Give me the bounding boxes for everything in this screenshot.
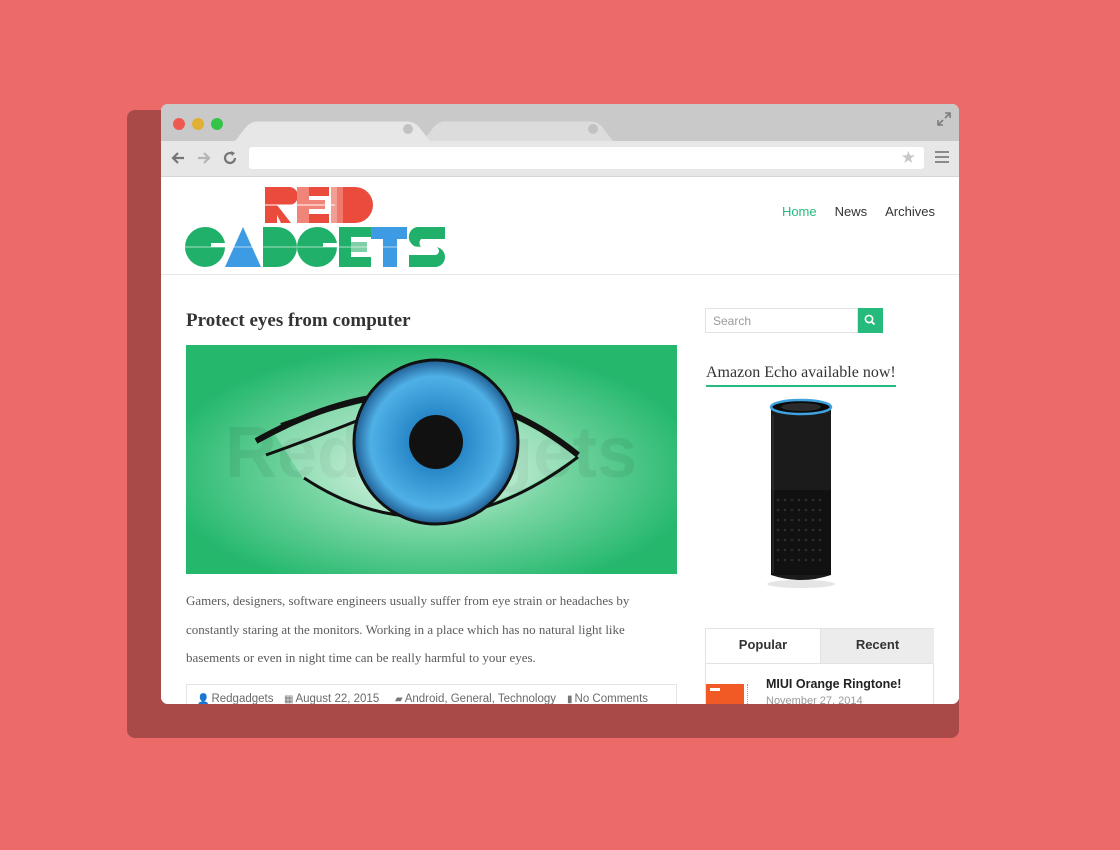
browser-tab-1[interactable] <box>235 121 430 141</box>
nav-archives[interactable]: Archives <box>885 204 935 219</box>
search-button[interactable] <box>858 308 883 333</box>
sidebar-search <box>705 308 858 333</box>
thumbnail-divider <box>747 684 755 704</box>
post-date: ▦ August 22, 2015 <box>284 693 380 704</box>
main-nav: Home News Archives <box>782 204 935 219</box>
widget-title: Amazon Echo available now! <box>706 364 896 387</box>
post-categories[interactable]: ▰ Android, General, Technology <box>395 693 556 704</box>
tab-recent[interactable]: Recent <box>820 629 934 663</box>
popular-posts-list: MIUI Orange Ringtone! November 27, 2014 <box>705 664 934 704</box>
tab-close-icon[interactable] <box>588 124 598 134</box>
post-excerpt: Gamers, designers, software engineers us… <box>186 593 630 665</box>
web-page: Home News Archives Protect eyes from com… <box>161 177 959 704</box>
back-arrow-icon[interactable] <box>169 149 187 167</box>
bookmark-star-icon[interactable]: ★ <box>901 148 916 168</box>
tab-close-icon[interactable] <box>403 124 413 134</box>
site-logo[interactable] <box>185 185 460 267</box>
close-window-button[interactable] <box>173 118 185 130</box>
browser-window: ★ Home News Archives Protect eyes from c… <box>161 104 959 704</box>
search-input[interactable] <box>706 309 846 332</box>
folder-icon: ▰ <box>395 694 403 704</box>
browser-toolbar: ★ <box>161 141 959 177</box>
post-thumbnail[interactable] <box>706 684 744 704</box>
browser-tab-2[interactable] <box>423 121 613 141</box>
post-comments[interactable]: ▮ No Comments <box>567 693 648 704</box>
calendar-icon: ▦ <box>284 694 294 704</box>
user-icon: 👤 <box>197 694 210 704</box>
post-featured-image[interactable]: Redgadgets <box>186 345 677 574</box>
post-meta: 👤 Redgadgets ▦ August 22, 2015 ▰ Android, G… <box>186 684 677 704</box>
popular-post-title[interactable]: MIUI Orange Ringtone! <box>766 677 901 691</box>
address-bar[interactable]: ★ <box>249 147 924 169</box>
comment-icon: ▮ <box>567 694 573 704</box>
search-icon <box>864 314 876 326</box>
post-author[interactable]: 👤 Redgadgets <box>197 693 273 704</box>
maximize-window-button[interactable] <box>211 118 223 130</box>
popular-post-date: November 27, 2014 <box>766 695 863 704</box>
amazon-echo-image[interactable] <box>751 395 851 590</box>
sidebar-tabs: Popular Recent <box>705 628 934 664</box>
tab-popular[interactable]: Popular <box>706 629 820 663</box>
reload-icon[interactable] <box>221 149 239 167</box>
post-title[interactable]: Protect eyes from computer <box>186 310 411 332</box>
forward-arrow-icon[interactable] <box>195 149 213 167</box>
site-header: Home News Archives <box>161 177 959 275</box>
minimize-window-button[interactable] <box>192 118 204 130</box>
nav-news[interactable]: News <box>835 204 868 219</box>
fullscreen-icon[interactable] <box>937 112 951 126</box>
browser-menu-icon[interactable] <box>935 151 949 166</box>
nav-home[interactable]: Home <box>782 204 817 219</box>
browser-titlebar <box>161 104 959 141</box>
